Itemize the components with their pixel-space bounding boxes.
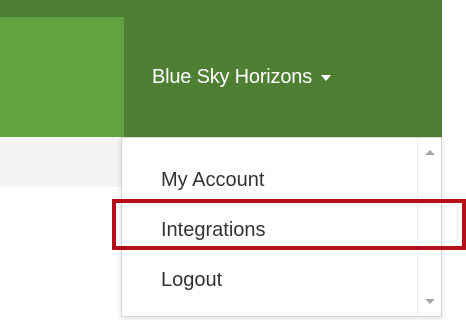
top-navbar: Blue Sky Horizons	[0, 0, 442, 137]
menu-item-integrations[interactable]: Integrations	[122, 205, 412, 255]
sub-header-bar	[0, 137, 124, 187]
navbar-top-strip	[0, 0, 442, 17]
account-dropdown-menu: My Account Integrations Logout	[121, 137, 442, 317]
menu-item-logout[interactable]: Logout	[122, 255, 412, 305]
menu-item-label: Integrations	[161, 218, 266, 241]
navbar-left-panel	[0, 17, 124, 137]
scroll-up-icon[interactable]	[425, 150, 435, 155]
account-dropdown-toggle[interactable]: Blue Sky Horizons	[124, 17, 442, 137]
caret-down-icon	[321, 75, 331, 81]
dropdown-scrollbar[interactable]	[417, 138, 441, 316]
menu-item-label: My Account	[161, 168, 265, 191]
menu-item-my-account[interactable]: My Account	[122, 155, 412, 205]
scroll-down-icon[interactable]	[425, 299, 435, 304]
menu-item-label: Logout	[161, 268, 223, 291]
account-name-label: Blue Sky Horizons	[152, 65, 312, 88]
